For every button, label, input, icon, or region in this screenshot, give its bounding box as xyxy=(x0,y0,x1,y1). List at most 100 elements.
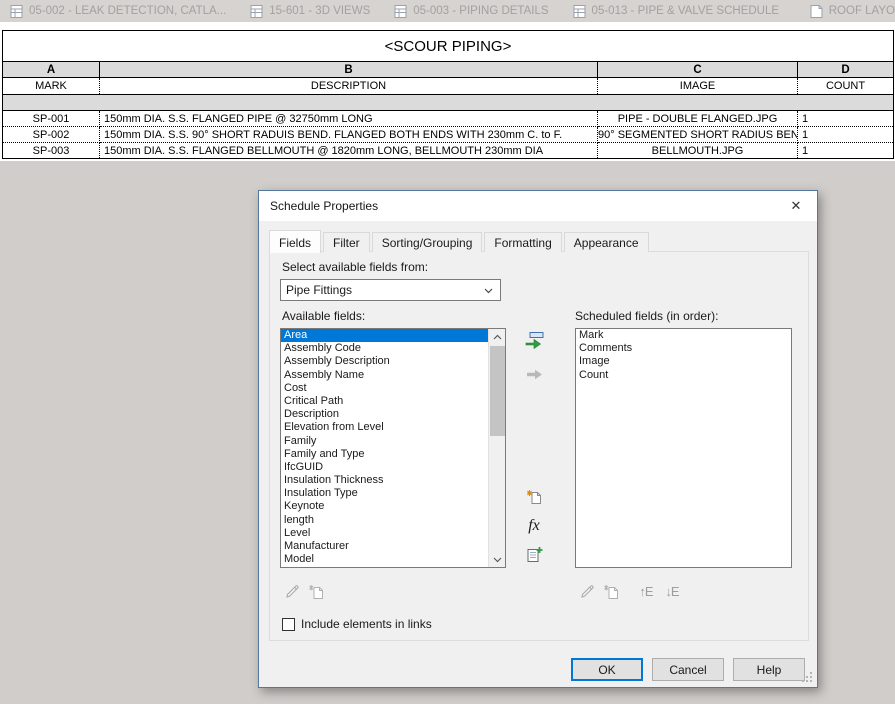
list-item[interactable]: Level xyxy=(281,527,488,540)
cell-mark[interactable]: SP-003 xyxy=(3,143,100,159)
dialog-titlebar[interactable]: Schedule Properties ✕ xyxy=(259,191,817,221)
ok-button[interactable]: OK xyxy=(571,658,643,681)
tab-appearance[interactable]: Appearance xyxy=(564,232,649,252)
cell-image[interactable]: PIPE - DOUBLE FLANGED.JPG xyxy=(598,111,798,127)
schedule-title: <SCOUR PIPING> xyxy=(3,31,894,62)
include-links-label: Include elements in links xyxy=(301,617,432,631)
view-tab-bar: 05-002 - LEAK DETECTION, CATLA... 15-601… xyxy=(0,0,895,22)
tab-formatting[interactable]: Formatting xyxy=(484,232,561,252)
delete-parameter-button[interactable] xyxy=(306,582,326,600)
cell-description[interactable]: 150mm DIA. S.S. FLANGED PIPE @ 32750mm L… xyxy=(100,111,598,127)
cell-description[interactable]: 150mm DIA. S.S. 90° SHORT RADUIS BEND. F… xyxy=(100,127,598,143)
column-letter: C xyxy=(598,62,798,78)
view-tab-roof-layout[interactable]: ROOF LAYO xyxy=(800,0,895,22)
table-row: SP-002 150mm DIA. S.S. 90° SHORT RADUIS … xyxy=(3,127,894,143)
select-fields-label: Select available fields from: xyxy=(282,260,428,274)
list-item[interactable]: Insulation Thickness xyxy=(281,474,488,487)
new-parameter-icon xyxy=(526,488,543,505)
view-tab-pipe-valve-schedule[interactable]: 05-013 - PIPE & VALVE SCHEDULE xyxy=(563,0,794,22)
view-tab-leak-detection[interactable]: 05-002 - LEAK DETECTION, CATLA... xyxy=(0,0,240,22)
cell-mark[interactable]: SP-002 xyxy=(3,127,100,143)
edit-pencil-icon xyxy=(284,583,301,600)
view-tab-label: 15-601 - 3D VIEWS xyxy=(269,5,370,17)
header-cell-image[interactable]: IMAGE xyxy=(598,78,798,95)
scrollbar-thumb[interactable] xyxy=(490,346,505,436)
list-item[interactable]: Assembly Description xyxy=(281,355,488,368)
cell-image[interactable]: 90° SEGMENTED SHORT RADIUS BEN xyxy=(598,127,798,143)
schedule-icon xyxy=(573,4,586,19)
cell-count[interactable]: 1 xyxy=(798,143,894,159)
add-field-button[interactable] xyxy=(522,330,546,350)
cell-count[interactable]: 1 xyxy=(798,111,894,127)
view-tab-label: 05-013 - PIPE & VALVE SCHEDULE xyxy=(592,5,780,17)
view-tab-label: ROOF LAYO xyxy=(829,5,895,17)
list-item[interactable]: Cost xyxy=(281,382,488,395)
available-fields-label: Available fields: xyxy=(282,309,365,323)
cancel-button[interactable]: Cancel xyxy=(652,658,724,681)
add-field-icon xyxy=(524,332,544,349)
view-tab-label: 05-003 - PIPING DETAILS xyxy=(413,5,548,17)
list-item[interactable]: Family xyxy=(281,435,488,448)
list-item[interactable]: length xyxy=(281,514,488,527)
cell-description[interactable]: 150mm DIA. S.S. FLANGED BELLMOUTH @ 1820… xyxy=(100,143,598,159)
column-letter: A xyxy=(3,62,100,78)
remove-field-button[interactable] xyxy=(522,364,546,384)
list-item[interactable]: Description xyxy=(281,408,488,421)
list-item[interactable]: Family and Type xyxy=(281,448,488,461)
header-cell-description[interactable]: DESCRIPTION xyxy=(100,78,598,95)
tab-fields[interactable]: Fields xyxy=(269,230,321,253)
edit-parameter-button[interactable] xyxy=(282,582,302,600)
revit-window: 05-002 - LEAK DETECTION, CATLA... 15-601… xyxy=(0,0,895,704)
move-down-button[interactable]: ↓E xyxy=(662,582,682,600)
header-cell-mark[interactable]: MARK xyxy=(3,78,100,95)
delete-scheduled-parameter-button[interactable] xyxy=(601,582,621,600)
cell-count[interactable]: 1 xyxy=(798,127,894,143)
calculated-value-icon: fx xyxy=(528,517,540,535)
scroll-up-icon[interactable] xyxy=(489,329,506,344)
move-up-button[interactable]: ↑E xyxy=(636,582,656,600)
list-item[interactable]: Count xyxy=(576,369,791,382)
header-cell-count[interactable]: COUNT xyxy=(798,78,894,95)
list-item[interactable]: Keynote xyxy=(281,500,488,513)
list-item[interactable]: Elevation from Level xyxy=(281,421,488,434)
cell-mark[interactable]: SP-001 xyxy=(3,111,100,127)
list-item[interactable]: Assembly Name xyxy=(281,369,488,382)
list-item[interactable]: IfcGUID xyxy=(281,461,488,474)
schedule-icon xyxy=(394,4,407,19)
list-item[interactable]: Model xyxy=(281,553,488,566)
tab-filter[interactable]: Filter xyxy=(323,232,370,252)
header-row: MARK DESCRIPTION IMAGE COUNT xyxy=(3,78,894,95)
column-letter: B xyxy=(100,62,598,78)
combine-parameters-button[interactable] xyxy=(522,544,546,564)
sheet-icon xyxy=(810,4,823,19)
list-item[interactable]: Mark xyxy=(576,329,791,342)
help-button[interactable]: Help xyxy=(733,658,805,681)
new-parameter-button[interactable] xyxy=(522,486,546,506)
schedule-icon xyxy=(250,4,263,19)
list-item[interactable]: Critical Path xyxy=(281,395,488,408)
delete-parameter-icon xyxy=(603,583,620,600)
list-item[interactable]: Assembly Code xyxy=(281,342,488,355)
list-item[interactable]: Comments xyxy=(576,342,791,355)
category-dropdown-value: Pipe Fittings xyxy=(286,283,352,297)
tab-sorting-grouping[interactable]: Sorting/Grouping xyxy=(372,232,483,252)
close-icon[interactable]: ✕ xyxy=(775,191,817,221)
list-item[interactable]: Image xyxy=(576,355,791,368)
view-tab-piping-details[interactable]: 05-003 - PIPING DETAILS xyxy=(384,0,562,22)
include-links-checkbox[interactable] xyxy=(282,618,295,631)
list-item[interactable]: Area xyxy=(281,329,488,342)
scrollbar[interactable] xyxy=(488,329,505,567)
edit-scheduled-parameter-button[interactable] xyxy=(577,582,597,600)
view-tab-3d-views[interactable]: 15-601 - 3D VIEWS xyxy=(240,0,384,22)
list-item[interactable]: Manufacturer xyxy=(281,540,488,553)
list-item[interactable]: Insulation Type xyxy=(281,487,488,500)
remove-field-icon xyxy=(526,369,543,380)
resize-grip[interactable] xyxy=(810,680,812,682)
category-dropdown[interactable]: Pipe Fittings xyxy=(280,279,501,301)
cell-image[interactable]: BELLMOUTH.JPG xyxy=(598,143,798,159)
dialog-tabstrip: Fields Filter Sorting/Grouping Formattin… xyxy=(269,229,651,252)
schedule-view: <SCOUR PIPING> A B C D MARK DESCRIPTION … xyxy=(0,22,895,161)
delete-parameter-icon xyxy=(308,583,325,600)
calculated-value-button[interactable]: fx xyxy=(522,516,546,536)
scroll-down-icon[interactable] xyxy=(489,552,506,567)
